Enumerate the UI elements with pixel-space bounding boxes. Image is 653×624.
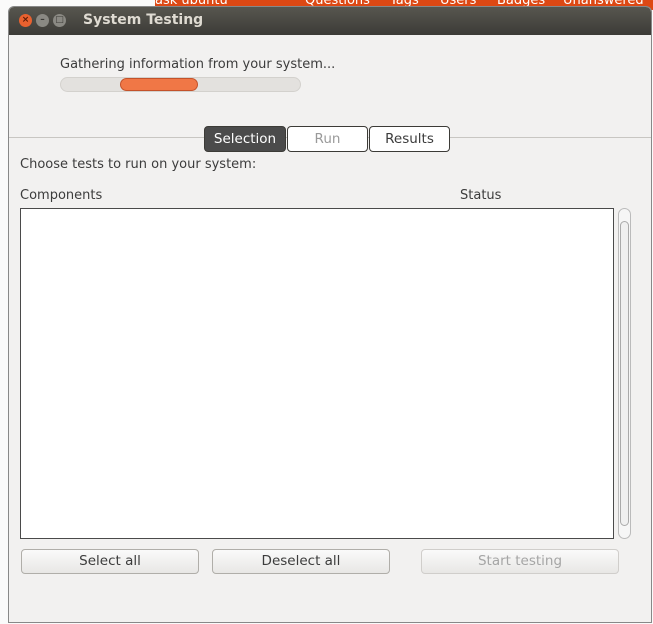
maximize-icon[interactable]: □ [53,14,66,27]
column-status[interactable]: Status [460,188,501,203]
progress-bar [60,77,301,92]
window-title: System Testing [83,12,204,28]
title-bar[interactable]: × – □ System Testing [9,7,651,35]
minimize-icon[interactable]: – [36,14,49,27]
system-testing-window: × – □ System Testing Gathering informati… [8,6,652,623]
scrollbar[interactable] [618,208,631,539]
components-list[interactable] [20,208,614,539]
column-components[interactable]: Components [20,188,102,203]
tab-run[interactable]: Run [287,126,368,152]
progress-pulse [120,78,198,91]
tab-selection[interactable]: Selection [204,126,286,152]
progress-label: Gathering information from your system..… [60,57,336,72]
close-icon[interactable]: × [19,14,32,27]
start-testing-button[interactable]: Start testing [421,549,619,574]
prompt-label: Choose tests to run on your system: [20,157,257,172]
scrollbar-thumb[interactable] [620,221,629,526]
select-all-button[interactable]: Select all [21,549,199,574]
deselect-all-button[interactable]: Deselect all [212,549,390,574]
tab-results[interactable]: Results [369,126,450,152]
